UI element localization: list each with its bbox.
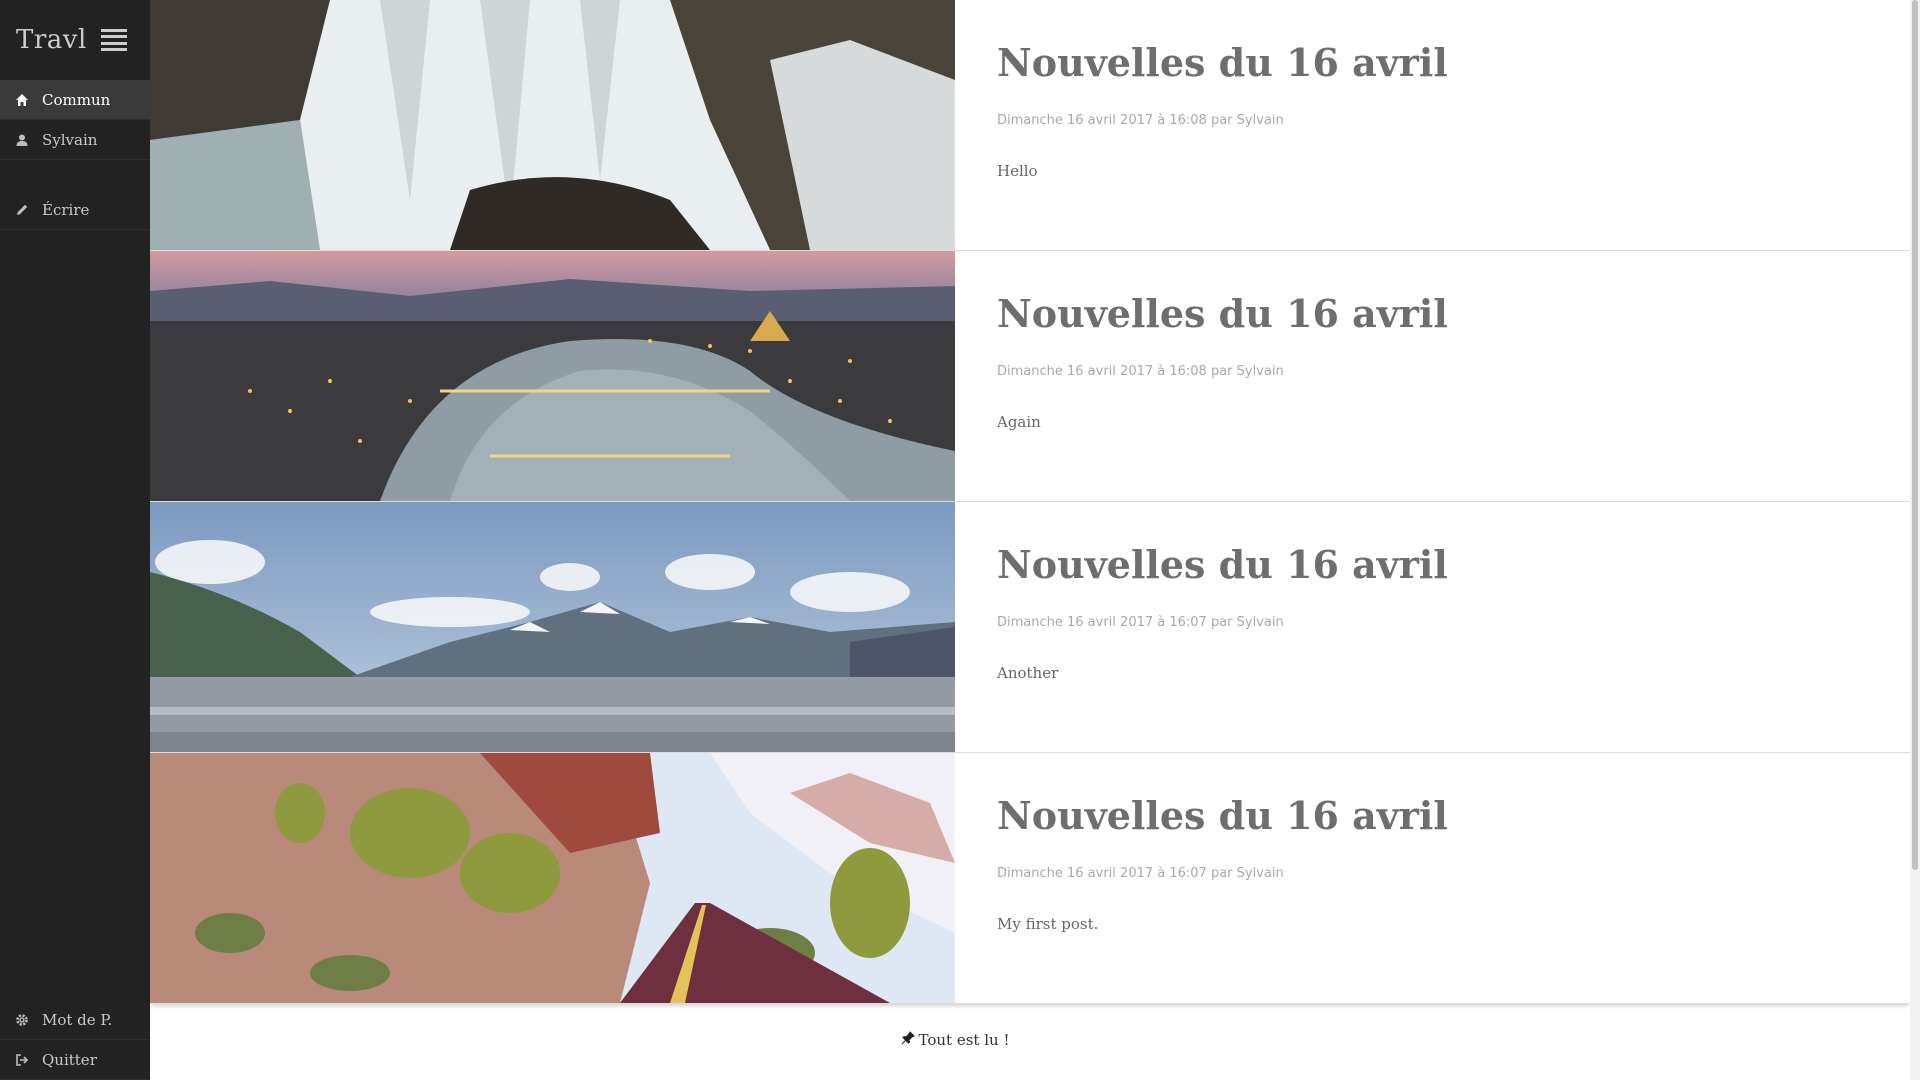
sidebar: Travl Commun Sylvain Écrire Mot de P. Qu… [0, 0, 150, 1080]
user-icon [14, 132, 30, 148]
post-title[interactable]: Nouvelles du 16 avril [997, 793, 1448, 838]
post-body: Nouvelles du 16 avril Dimanche 16 avril … [955, 251, 1448, 501]
post-title[interactable]: Nouvelles du 16 avril [997, 40, 1448, 85]
sidebar-item-label: Mot de P. [42, 1010, 113, 1029]
post-list: Nouvelles du 16 avril Dimanche 16 avril … [150, 0, 1910, 1004]
post-meta: Dimanche 16 avril 2017 à 16:08 par Sylva… [997, 113, 1284, 128]
post-image-mountain-lake[interactable] [150, 502, 955, 752]
gear-icon [14, 1012, 30, 1028]
pin-icon [901, 1031, 915, 1049]
post-meta: Dimanche 16 avril 2017 à 16:07 par Sylva… [997, 615, 1284, 630]
scrollbar[interactable] [1910, 0, 1920, 1080]
post-item: Nouvelles du 16 avril Dimanche 16 avril … [150, 753, 1910, 1004]
pencil-icon [14, 202, 30, 218]
post-image-city-river-night[interactable] [150, 251, 955, 501]
home-icon [14, 92, 30, 108]
sidebar-item-sylvain[interactable]: Sylvain [0, 120, 150, 160]
brand-title[interactable]: Travl [16, 25, 87, 55]
post-body: Nouvelles du 16 avril Dimanche 16 avril … [955, 502, 1448, 752]
post-item: Nouvelles du 16 avril Dimanche 16 avril … [150, 0, 1910, 251]
sidebar-item-password[interactable]: Mot de P. [0, 1000, 150, 1040]
sidebar-item-ecrire[interactable]: Écrire [0, 190, 150, 230]
status-text: Tout est lu ! [918, 1031, 1010, 1049]
sidebar-item-commun[interactable]: Commun [0, 80, 150, 120]
scrollbar-thumb[interactable] [1912, 0, 1918, 870]
sidebar-item-label: Sylvain [42, 130, 98, 149]
sidebar-item-quitter[interactable]: Quitter [0, 1040, 150, 1080]
post-meta: Dimanche 16 avril 2017 à 16:07 par Sylva… [997, 866, 1284, 881]
sidebar-item-label: Commun [42, 90, 111, 109]
post-body: Nouvelles du 16 avril Dimanche 16 avril … [955, 0, 1448, 250]
post-title[interactable]: Nouvelles du 16 avril [997, 542, 1448, 587]
post-item: Nouvelles du 16 avril Dimanche 16 avril … [150, 251, 1910, 502]
sidebar-item-label: Quitter [42, 1050, 97, 1069]
sidebar-item-label: Écrire [42, 200, 90, 219]
menu-icon[interactable] [100, 29, 127, 51]
post-meta: Dimanche 16 avril 2017 à 16:08 par Sylva… [997, 364, 1284, 379]
sidebar-bottom: Mot de P. Quitter [0, 1000, 150, 1080]
logout-icon [14, 1052, 30, 1068]
brand: Travl [0, 0, 150, 80]
post-text: Again [997, 413, 1041, 431]
status-message: Tout est lu ! [150, 1000, 1760, 1080]
post-text: My first post. [997, 915, 1099, 933]
post-item: Nouvelles du 16 avril Dimanche 16 avril … [150, 502, 1910, 753]
post-title[interactable]: Nouvelles du 16 avril [997, 291, 1448, 336]
post-image-waterfall[interactable] [150, 0, 955, 250]
post-image-canyon-road[interactable] [150, 753, 955, 1003]
post-text: Another [997, 664, 1059, 682]
post-text: Hello [997, 162, 1038, 180]
post-body: Nouvelles du 16 avril Dimanche 16 avril … [955, 753, 1448, 1003]
